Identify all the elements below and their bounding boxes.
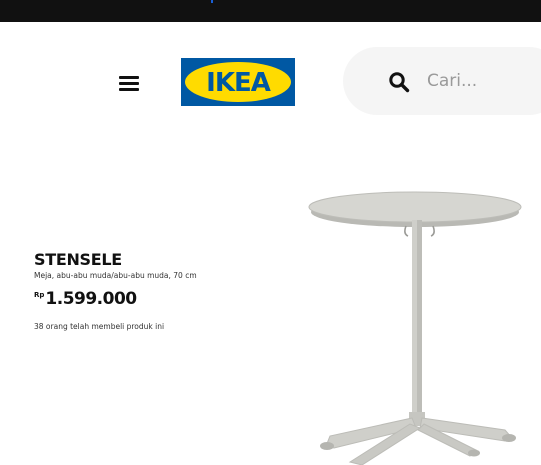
site-header: IKEA — [0, 22, 541, 132]
product-image-table[interactable] — [300, 180, 541, 465]
price-currency: Rp — [34, 291, 45, 299]
hamburger-line — [119, 76, 139, 79]
search-icon[interactable] — [388, 71, 410, 93]
product-name[interactable]: STENSELE — [34, 250, 122, 269]
purchase-count: 38 orang telah membeli produk ini — [34, 322, 165, 331]
top-bar — [0, 0, 541, 22]
search-bar[interactable] — [343, 47, 541, 115]
ikea-logo[interactable]: IKEA — [181, 58, 295, 106]
search-input[interactable] — [427, 65, 541, 97]
product-price: Rp1.599.000 — [34, 289, 137, 309]
hamburger-menu-icon[interactable] — [119, 76, 139, 92]
ikea-logo-mark: IKEA — [181, 58, 295, 106]
top-bar-indicator — [211, 0, 213, 3]
logo-text: IKEA — [206, 68, 271, 98]
hamburger-line — [119, 88, 139, 91]
product-description: Meja, abu-abu muda/abu-abu muda, 70 cm — [34, 271, 197, 280]
hamburger-line — [119, 82, 139, 85]
price-amount: 1.599.000 — [45, 289, 137, 309]
